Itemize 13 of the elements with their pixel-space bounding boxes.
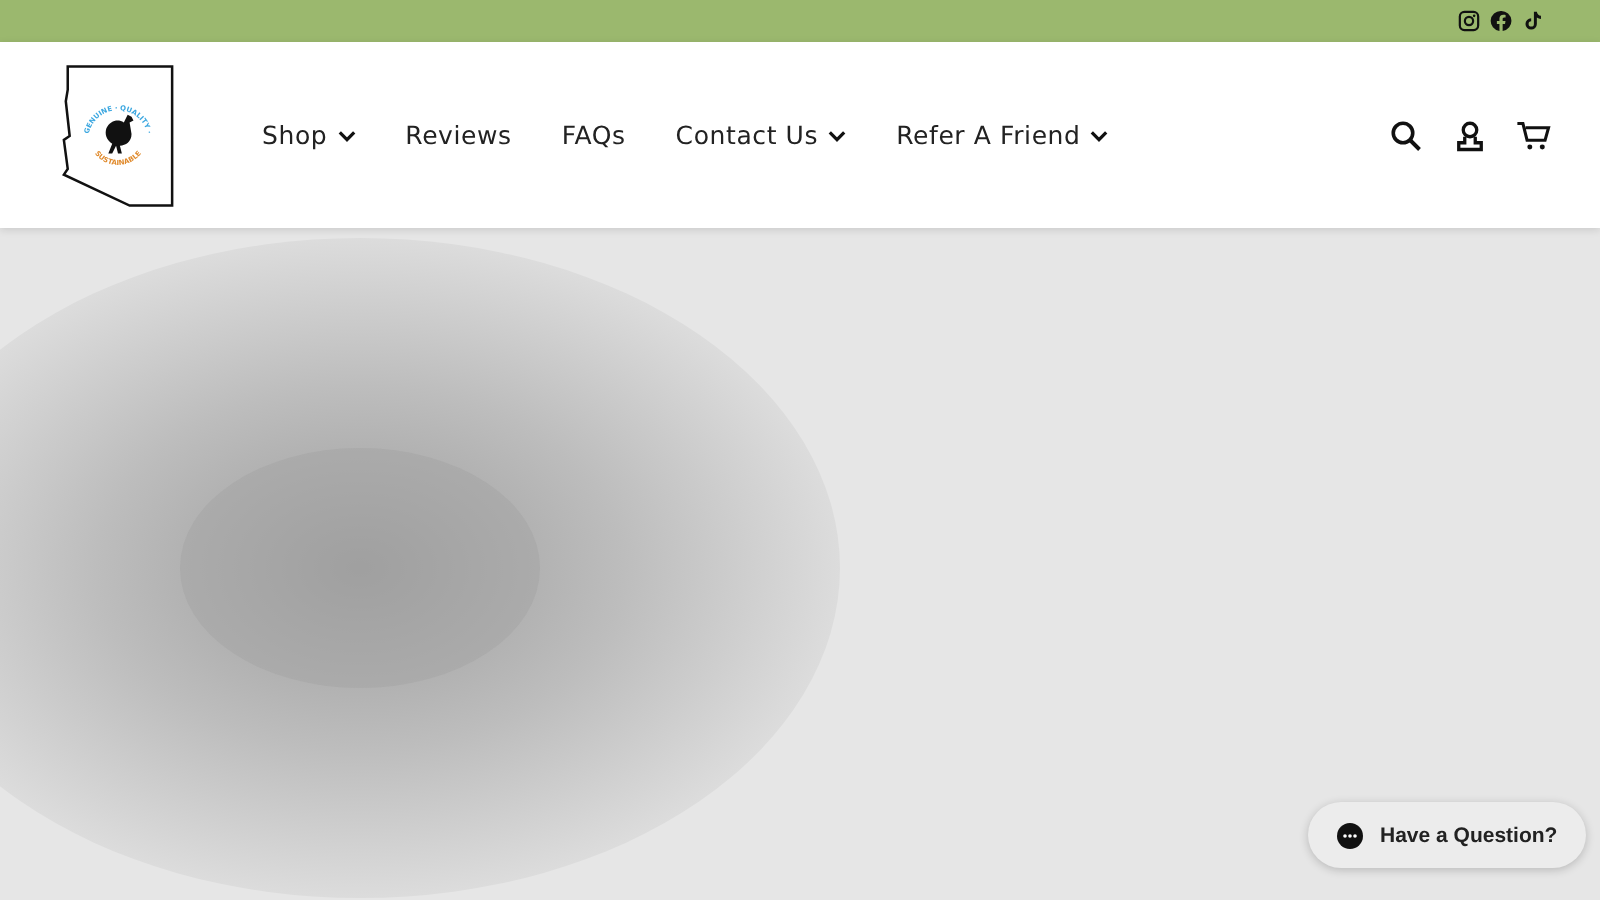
tiktok-icon[interactable]	[1522, 10, 1544, 32]
chat-button[interactable]: Have a Question?	[1308, 802, 1586, 868]
search-icon[interactable]	[1388, 117, 1424, 153]
cart-icon[interactable]	[1516, 117, 1552, 153]
nav-link[interactable]: FAQs	[561, 120, 626, 150]
nav-link[interactable]: Contact Us	[675, 120, 847, 150]
facebook-icon[interactable]	[1490, 10, 1512, 32]
nav-link[interactable]: Reviews	[405, 120, 512, 150]
account-icon[interactable]	[1452, 117, 1488, 153]
instagram-icon[interactable]	[1458, 10, 1480, 32]
chat-icon	[1336, 821, 1364, 849]
nav-link[interactable]: Shop	[262, 120, 356, 150]
nav-link[interactable]: Refer A Friend	[896, 120, 1109, 150]
